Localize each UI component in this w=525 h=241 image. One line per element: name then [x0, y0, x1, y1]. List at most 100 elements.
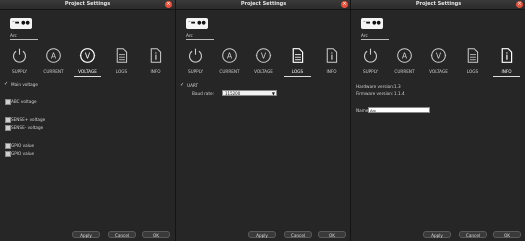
tab-supply[interactable]: SUPPLY [354, 45, 387, 78]
device-name: Arc [10, 33, 17, 38]
checkmark-icon[interactable]: ✓ [180, 82, 184, 88]
info-page-icon [501, 48, 513, 63]
active-tab-underline [493, 76, 520, 77]
title-bar: Project Settings × [0, 0, 175, 10]
device-icon: ⁻▬ ●● [10, 18, 32, 29]
uart-label: UART [187, 83, 199, 88]
window-title: Project Settings [415, 1, 462, 7]
tab-label: CURRENT [43, 69, 64, 74]
ok-button[interactable]: OK [318, 231, 346, 238]
tab-voltage[interactable]: V VOLTAGE [422, 45, 455, 78]
sense-plus-label: SENSE+ voltage [11, 117, 46, 122]
hardware-version-value: 1.3 [394, 84, 401, 89]
info-page-icon [326, 48, 338, 63]
baud-rate-select[interactable]: 115200 ▼ [222, 90, 277, 96]
tab-label: VOLTAGE [254, 69, 273, 74]
abc-voltage-label: ABC voltage [11, 99, 37, 104]
cancel-button[interactable]: Cancel [108, 231, 136, 238]
voltmeter-icon: V [79, 48, 96, 63]
ampere-icon: A [397, 48, 412, 63]
tab-label: CURRENT [394, 69, 415, 74]
tab-label: INFO [326, 69, 337, 74]
power-icon [364, 48, 377, 63]
baud-rate-label: Baud rate: [192, 91, 214, 96]
close-button[interactable]: × [341, 1, 348, 8]
device-name: Arc [361, 33, 368, 38]
main-voltage-label: Main voltage [11, 82, 38, 87]
tab-label: VOLTAGE [78, 69, 97, 74]
checkmark-icon[interactable]: ✓ [4, 81, 8, 87]
tab-label: INFO [150, 69, 161, 74]
tab-label: CURRENT [219, 69, 240, 74]
tab-logs[interactable]: LOGS [456, 45, 489, 78]
tab-logs[interactable]: LOGS [105, 45, 138, 78]
hardware-version-label: Hardware version: [356, 84, 395, 89]
tab-label: SUPPLY [187, 69, 204, 74]
tab-supply[interactable]: SUPPLY [179, 45, 212, 78]
svg-text:V: V [261, 51, 267, 60]
tab-voltage[interactable]: V VOLTAGE [71, 45, 104, 78]
apply-button[interactable]: Apply [423, 231, 451, 238]
voltmeter-icon: V [255, 48, 272, 63]
tab-current[interactable]: A CURRENT [37, 45, 70, 78]
document-icon [292, 48, 304, 63]
tab-label: SUPPLY [362, 69, 379, 74]
power-icon [13, 48, 26, 63]
svg-text:A: A [402, 51, 408, 60]
settings-window-voltage: Project Settings × ⁻▬ ●● Arc SUPPLY A CU… [0, 0, 175, 241]
device-underline [186, 39, 214, 40]
window-title: Project Settings [240, 1, 287, 7]
ok-button[interactable]: OK [493, 231, 521, 238]
tab-logs[interactable]: LOGS [281, 45, 314, 78]
title-bar: Project Settings × [351, 0, 525, 10]
ampere-icon: A [46, 48, 61, 63]
document-icon [467, 48, 479, 63]
settings-window-info: Project Settings × ⁻▬ ●● Arc SUPPLY A CU… [350, 0, 525, 241]
tab-label: LOGS [115, 69, 128, 74]
tab-label: LOGS [466, 69, 479, 74]
apply-button[interactable]: Apply [72, 231, 100, 238]
cancel-button[interactable]: Cancel [284, 231, 312, 238]
svg-text:A: A [51, 51, 57, 60]
tab-bar: SUPPLY A CURRENT V VOLTAGE LOGS INFO [179, 45, 348, 78]
active-tab-underline [284, 76, 311, 77]
active-tab-underline [74, 76, 101, 77]
tab-info[interactable]: INFO [315, 45, 348, 78]
firmware-version-label: Firmware version: [356, 91, 394, 96]
svg-text:V: V [436, 51, 442, 60]
chevron-down-icon: ▼ [271, 91, 275, 96]
svg-text:V: V [85, 51, 91, 60]
device-name: Arc [186, 33, 193, 38]
tab-bar: SUPPLY A CURRENT V VOLTAGE LOGS INFO [354, 45, 523, 78]
device-name-field[interactable] [368, 107, 430, 113]
tab-voltage[interactable]: V VOLTAGE [247, 45, 280, 78]
gpio-value-2-label: GPIO value [11, 151, 35, 156]
device-icon: ⁻▬ ●● [361, 18, 383, 29]
device-underline [361, 39, 389, 40]
ok-button[interactable]: OK [142, 231, 170, 238]
close-button[interactable]: × [516, 1, 523, 8]
svg-text:A: A [227, 51, 233, 60]
apply-button[interactable]: Apply [248, 231, 276, 238]
power-icon [189, 48, 202, 63]
gpio-value-label: GPIO value [11, 143, 35, 148]
document-icon [116, 48, 128, 63]
ampere-icon: A [222, 48, 237, 63]
title-bar: Project Settings × [176, 0, 351, 10]
voltmeter-icon: V [430, 48, 447, 63]
tab-bar: SUPPLY A CURRENT V VOLTAGE LOGS INFO [3, 45, 172, 78]
tab-label: INFO [501, 69, 512, 74]
tab-current[interactable]: A CURRENT [213, 45, 246, 78]
tab-supply[interactable]: SUPPLY [3, 45, 36, 78]
tab-info[interactable]: INFO [490, 45, 523, 78]
device-icon: ⁻▬ ●● [186, 18, 208, 29]
tab-info[interactable]: INFO [139, 45, 172, 78]
window-title: Project Settings [64, 1, 111, 7]
close-button[interactable]: × [165, 1, 172, 8]
tab-current[interactable]: A CURRENT [388, 45, 421, 78]
firmware-version-value: 1.1.4 [394, 91, 405, 96]
cancel-button[interactable]: Cancel [459, 231, 487, 238]
tab-label: VOLTAGE [429, 69, 448, 74]
device-underline [10, 39, 38, 40]
info-page-icon [150, 48, 162, 63]
